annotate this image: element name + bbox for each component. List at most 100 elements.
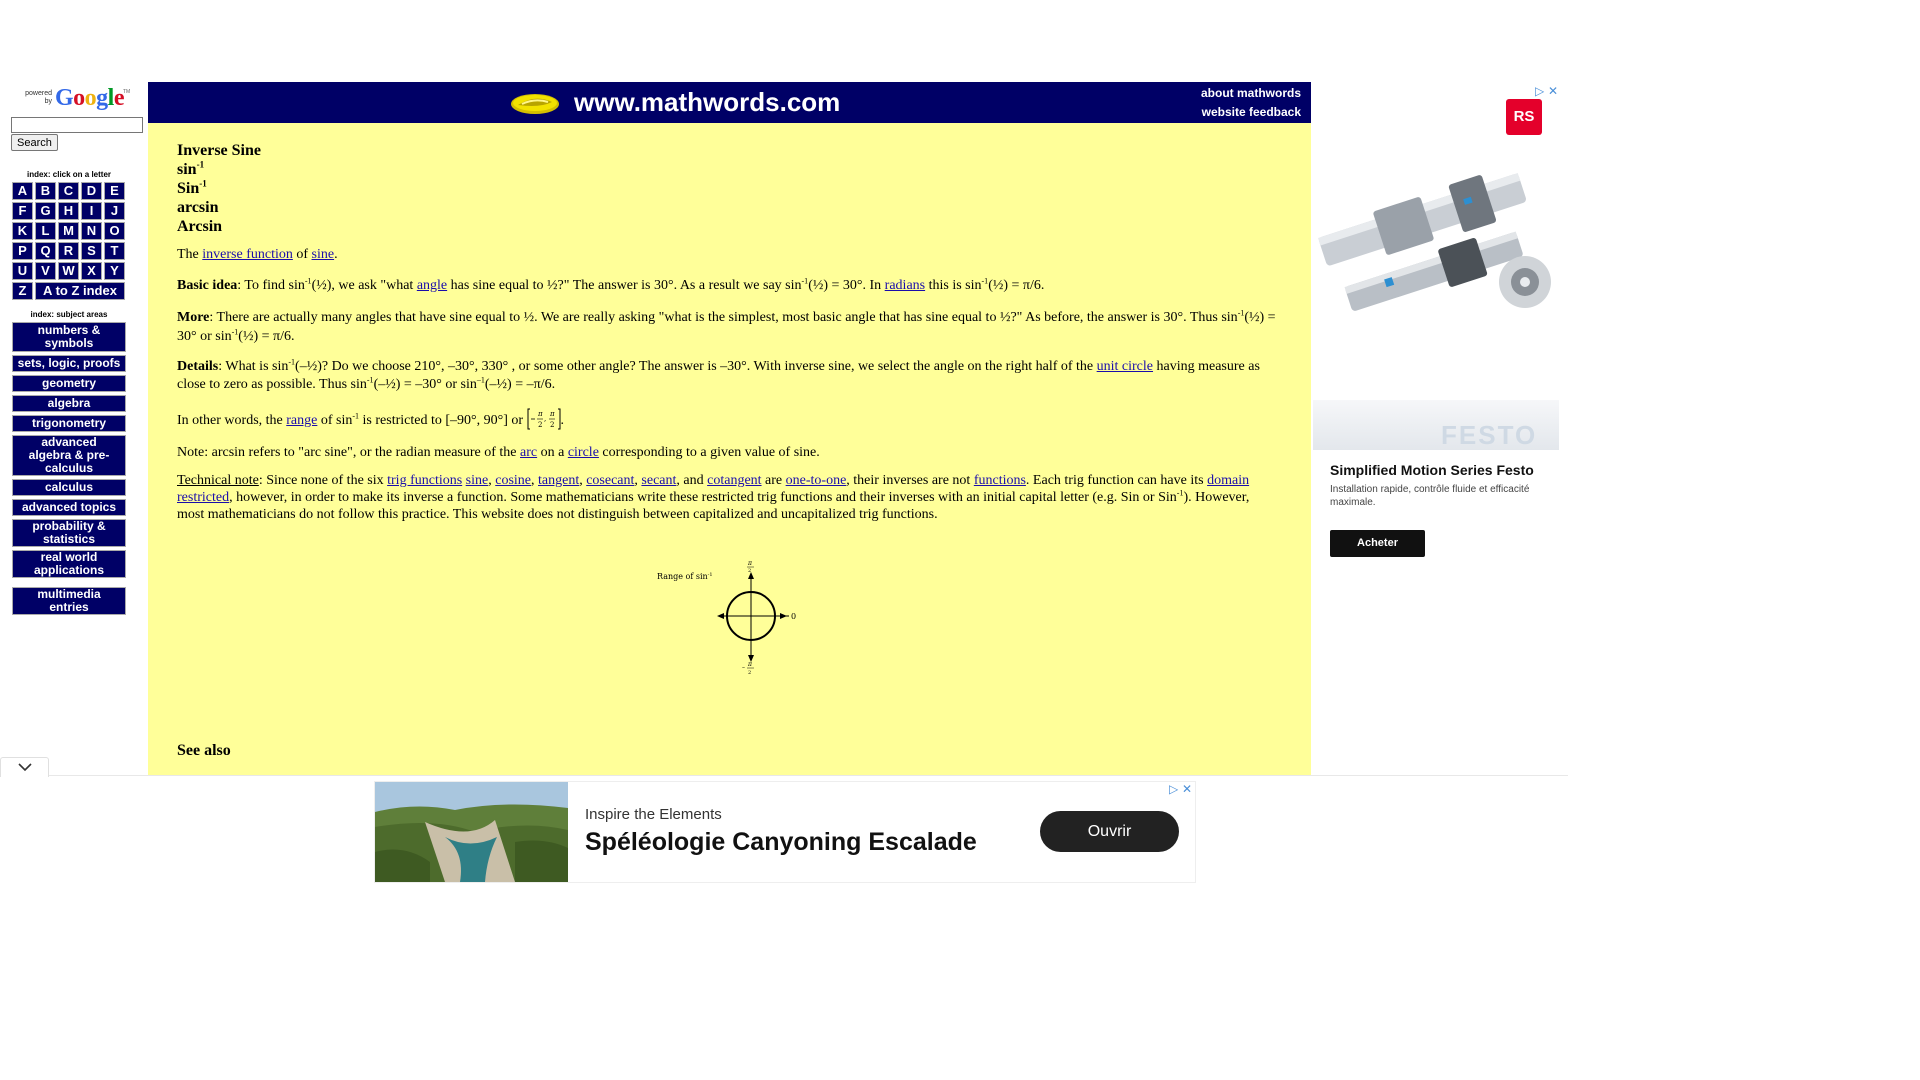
letter-link[interactable]: V xyxy=(35,262,56,280)
entry-title: Inverse Sine xyxy=(177,142,261,159)
cosine-link[interactable]: cosine xyxy=(495,473,531,488)
a-to-z-index-link[interactable]: A to Z index xyxy=(35,282,125,300)
subject-link[interactable]: advanced topics xyxy=(12,499,126,516)
subject-link[interactable]: advanced algebra & pre-calculus xyxy=(12,435,126,476)
svg-text:,: , xyxy=(544,415,546,423)
site-title[interactable]: www.mathwords.com xyxy=(574,87,840,118)
close-ad-icon[interactable]: ✕ xyxy=(1548,84,1558,98)
letter-link[interactable]: M xyxy=(58,222,79,240)
svg-text:2: 2 xyxy=(550,421,554,429)
svg-text:2: 2 xyxy=(748,670,751,676)
ad-advertiser[interactable]: Inspire the Elements xyxy=(585,806,722,823)
range-interval-image: π 2 , π 2 xyxy=(527,408,561,430)
letter-link[interactable]: O xyxy=(104,222,125,240)
close-ad-icon[interactable]: ✕ xyxy=(1182,782,1192,796)
sine-link[interactable]: sine xyxy=(312,247,335,262)
svg-text:0: 0 xyxy=(791,612,796,621)
adchoices-icon[interactable]: ▷ xyxy=(1535,84,1544,98)
range-paragraph: In other words, the range of sin-1 is re… xyxy=(177,408,565,430)
ouvrir-button[interactable]: Ouvrir xyxy=(1040,811,1179,852)
bottom-advertisement[interactable]: Inspire the Elements Spéléologie Canyoni… xyxy=(374,781,1196,883)
letter-row: U V W X Y xyxy=(12,262,126,280)
angle-link[interactable]: angle xyxy=(417,278,447,293)
about-mathwords-link[interactable]: about mathwords xyxy=(1201,86,1301,100)
subject-link[interactable]: algebra xyxy=(12,395,126,412)
letter-link[interactable]: X xyxy=(81,262,102,280)
subject-link[interactable]: geometry xyxy=(12,375,126,392)
range-of-arcsin-figure: Range of sin-1 0 π 2 – π 2 xyxy=(657,560,796,676)
subject-link[interactable]: sets, logic, proofs xyxy=(12,355,126,372)
svg-text:–: – xyxy=(742,664,745,671)
letter-link[interactable]: W xyxy=(58,262,79,280)
tangent-link[interactable]: tangent xyxy=(538,473,579,488)
acheter-button[interactable]: Acheter xyxy=(1330,530,1425,557)
letter-link[interactable]: N xyxy=(81,222,102,240)
letter-link[interactable]: A xyxy=(12,182,33,200)
inverse-function-link[interactable]: inverse function xyxy=(202,247,293,262)
letter-link[interactable]: H xyxy=(58,202,79,220)
letter-row: K L M N O xyxy=(12,222,126,240)
letter-link[interactable]: R xyxy=(58,242,79,260)
collapse-ad-button[interactable] xyxy=(0,757,49,777)
letter-link[interactable]: J xyxy=(104,202,125,220)
subject-link[interactable]: probability & statistics xyxy=(12,519,126,547)
secant-link[interactable]: secant xyxy=(641,473,676,488)
right-advertisement[interactable]: ▷ ✕ RS FESTO Simplified Motion Series Fe… xyxy=(1313,82,1568,582)
adchoices-icon[interactable]: ▷ xyxy=(1169,782,1178,796)
letter-link[interactable]: B xyxy=(35,182,56,200)
one-to-one-link[interactable]: one-to-one xyxy=(786,473,847,488)
cotangent-link[interactable]: cotangent xyxy=(707,473,761,488)
website-feedback-link[interactable]: website feedback xyxy=(1202,105,1301,119)
search-input[interactable] xyxy=(11,117,143,133)
multimedia-link[interactable]: multimedia entries xyxy=(12,587,126,615)
mathwords-logo-icon[interactable] xyxy=(510,92,560,116)
linear-actuator-product-image[interactable] xyxy=(1315,162,1560,322)
radians-link[interactable]: radians xyxy=(885,278,925,293)
festo-watermark: FESTO xyxy=(1441,420,1538,450)
letter-link[interactable]: P xyxy=(12,242,33,260)
basic-idea-paragraph: Basic idea: To find sin-1(½), we ask "wh… xyxy=(177,276,1045,293)
letter-link[interactable]: S xyxy=(81,242,102,260)
letter-link[interactable]: K xyxy=(12,222,33,240)
letter-link[interactable]: G xyxy=(35,202,56,220)
sine-link[interactable]: sine xyxy=(466,473,489,488)
term-arcsin-capital: Arcsin xyxy=(177,218,223,235)
more-paragraph: More: There are actually many angles tha… xyxy=(177,308,1276,344)
letter-link[interactable]: I xyxy=(81,202,102,220)
arc-link[interactable]: arc xyxy=(520,445,537,460)
term-arcsin: arcsin xyxy=(177,199,219,216)
letter-link[interactable]: L xyxy=(35,222,56,240)
letter-link[interactable]: Y xyxy=(104,262,125,280)
letter-link[interactable]: Z xyxy=(12,282,33,300)
ad-headline[interactable]: Simplified Motion Series Festo xyxy=(1330,462,1534,478)
subject-index-title: index: subject areas xyxy=(30,310,108,319)
subject-link[interactable]: calculus xyxy=(12,479,126,496)
letter-link[interactable]: F xyxy=(12,202,33,220)
letter-index-title: index: click on a letter xyxy=(26,170,112,179)
figure-label: Range of sin-1 xyxy=(657,572,713,581)
chevron-down-icon xyxy=(17,763,32,772)
subject-link[interactable]: numbers & symbols xyxy=(12,322,126,352)
trig-functions-link[interactable]: trig functions xyxy=(387,473,462,488)
letter-link[interactable]: E xyxy=(104,182,125,200)
circle-link[interactable]: circle xyxy=(568,445,599,460)
letter-link[interactable]: T xyxy=(104,242,125,260)
svg-text:2: 2 xyxy=(748,568,751,574)
unit-circle-link[interactable]: unit circle xyxy=(1097,359,1153,374)
letter-link[interactable]: C xyxy=(58,182,79,200)
svg-text:2: 2 xyxy=(538,421,542,429)
subject-link[interactable]: trigonometry xyxy=(12,415,126,432)
subject-link[interactable]: real world applications xyxy=(12,550,126,578)
letter-row: Z A to Z index xyxy=(12,282,126,300)
ad-headline[interactable]: Spéléologie Canyoning Escalade xyxy=(585,828,977,857)
search-button[interactable]: Search xyxy=(11,134,58,151)
letter-link[interactable]: U xyxy=(12,262,33,280)
functions-link[interactable]: functions xyxy=(974,473,1026,488)
rs-brand-logo[interactable]: RS xyxy=(1506,99,1542,135)
range-link[interactable]: range xyxy=(286,413,317,428)
letter-link[interactable]: D xyxy=(81,182,102,200)
see-also-heading: See also xyxy=(177,742,231,759)
canyon-landscape-image[interactable] xyxy=(375,782,568,882)
letter-link[interactable]: Q xyxy=(35,242,56,260)
cosecant-link[interactable]: cosecant xyxy=(586,473,634,488)
